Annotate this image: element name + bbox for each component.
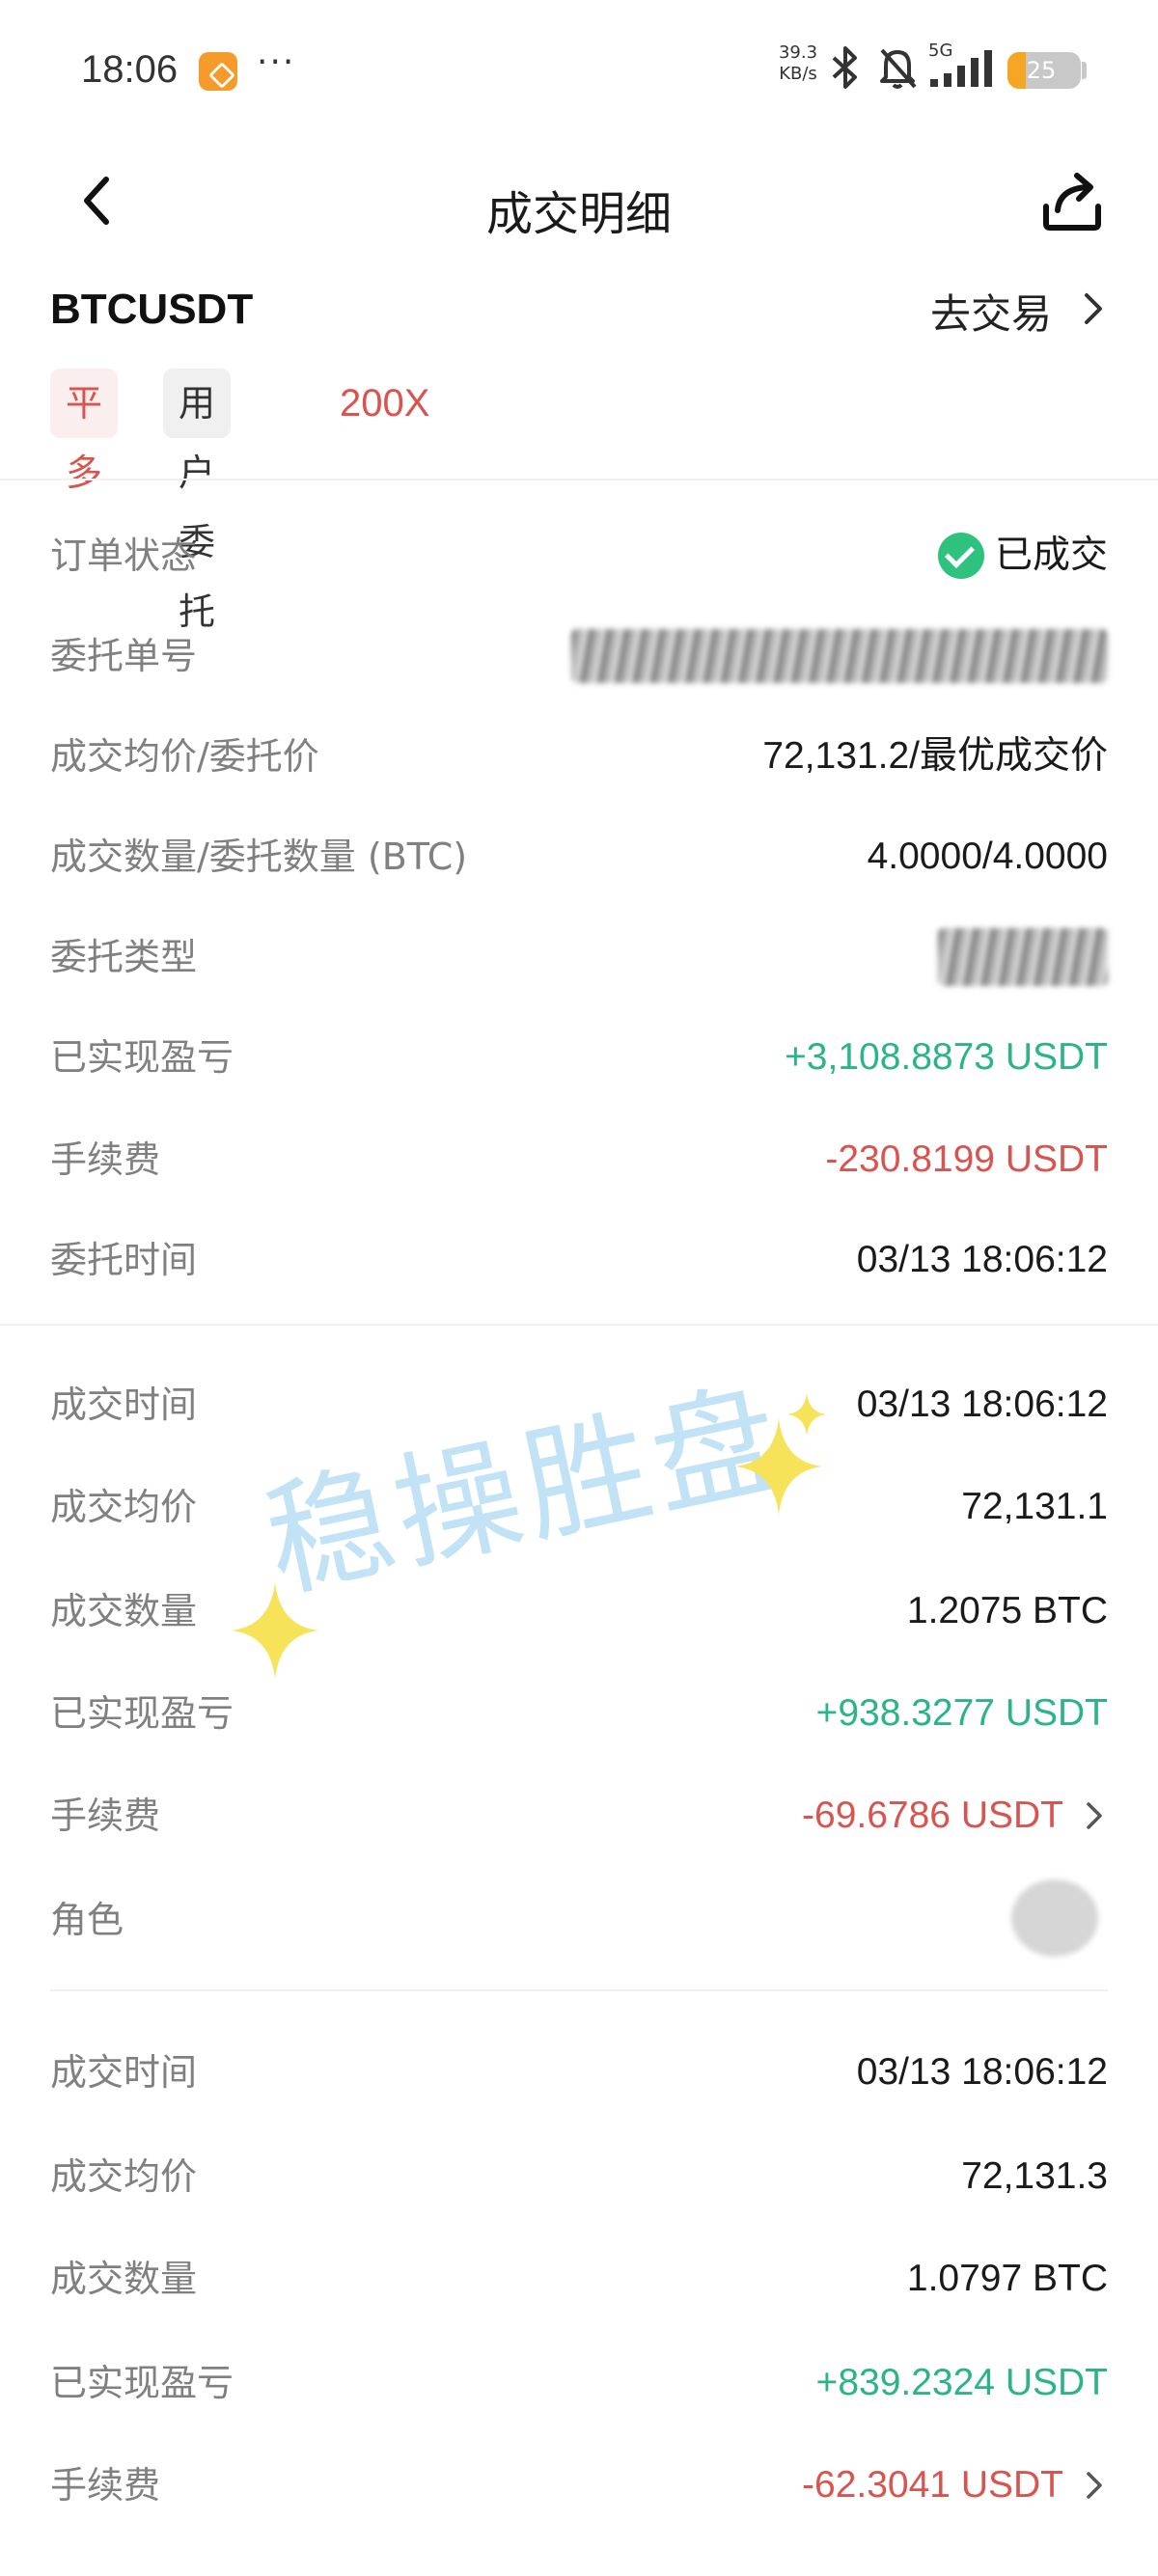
share-icon[interactable] bbox=[1038, 168, 1106, 235]
fill-qty-value: 1.2075 BTC bbox=[906, 1590, 1108, 1631]
fill-time-value: 03/13 18:06:12 bbox=[856, 2051, 1108, 2093]
fill-fee-row[interactable]: 手续费 -62.3041 USDT bbox=[50, 2454, 1108, 2516]
app-notification-icon bbox=[199, 52, 237, 91]
realized-pnl-value: +3,108.8873 USDT bbox=[785, 1036, 1108, 1078]
sparkle-icon bbox=[232, 1582, 318, 1679]
bluetooth-icon bbox=[832, 46, 857, 89]
fill-pnl-label: 已实现盈亏 bbox=[50, 2362, 234, 2404]
fill-pnl-value: +938.3277 USDT bbox=[815, 1692, 1108, 1734]
redacted-order-type bbox=[938, 928, 1108, 986]
fill-qty-label: 成交数量 bbox=[50, 1590, 198, 1632]
fill-fee-row[interactable]: 手续费 -69.6786 USDT bbox=[50, 1785, 1108, 1847]
trading-pair: BTCUSDT bbox=[50, 286, 254, 333]
section-divider bbox=[0, 479, 1158, 480]
fill-qty-label: 成交数量 bbox=[50, 2258, 198, 2300]
check-circle-icon bbox=[938, 533, 984, 579]
fill-qty-value: 1.0797 BTC bbox=[906, 2258, 1108, 2299]
status-time: 18:06 bbox=[81, 48, 179, 91]
fee-row: 手续费 -230.8199 USDT bbox=[50, 1129, 1108, 1191]
chevron-right-icon[interactable] bbox=[1081, 1798, 1108, 1833]
status-bar: 18:06 ··· 39.3 KB/s 5G 25 bbox=[0, 0, 1158, 145]
fill-time-label: 成交时间 bbox=[50, 2051, 198, 2094]
signal-icon bbox=[930, 50, 992, 87]
fill-qty-row: 成交数量 1.2075 BTC bbox=[50, 1580, 1108, 1642]
battery-level: 25 bbox=[1026, 57, 1057, 84]
fee-value: -230.8199 USDT bbox=[825, 1138, 1108, 1180]
order-type-row: 委托类型 bbox=[50, 926, 1108, 988]
navigation-bar: 成交明细 bbox=[0, 154, 1158, 260]
leverage-tag: 200X bbox=[340, 382, 430, 425]
fill-time-value: 03/13 18:06:12 bbox=[856, 1384, 1108, 1425]
order-time-label: 委托时间 bbox=[50, 1239, 198, 1281]
order-type-label: 委托类型 bbox=[50, 936, 198, 978]
realized-pnl-row: 已实现盈亏 +3,108.8873 USDT bbox=[50, 1027, 1108, 1088]
chevron-right-icon[interactable] bbox=[1079, 289, 1108, 328]
fill-fee-label: 手续费 bbox=[50, 1795, 161, 1837]
sparkle-icon bbox=[787, 1392, 826, 1437]
fill-pnl-row: 已实现盈亏 +938.3277 USDT bbox=[50, 1683, 1108, 1744]
close-long-tag: 平多 bbox=[50, 369, 119, 494]
fill-fee-label: 手续费 bbox=[50, 2464, 161, 2507]
network-speed-value: 39.3 bbox=[778, 42, 818, 63]
order-id-row: 委托单号 bbox=[50, 625, 1108, 687]
order-time-value: 03/13 18:06:12 bbox=[856, 1239, 1108, 1280]
fill-pnl-label: 已实现盈亏 bbox=[50, 1692, 234, 1735]
fill-fee-value: -69.6786 USDT bbox=[802, 1795, 1063, 1836]
order-time-row: 委托时间 03/13 18:06:12 bbox=[50, 1229, 1108, 1291]
go-trade-link[interactable]: 去交易 bbox=[930, 282, 1052, 341]
filled-qty-value: 4.0000/4.0000 bbox=[867, 836, 1108, 877]
fill-role-row: 角色 bbox=[50, 1879, 1108, 1957]
battery-icon: 25 bbox=[1007, 52, 1081, 89]
network-speed-unit: KB/s bbox=[779, 64, 817, 84]
fill-role-label: 角色 bbox=[50, 1899, 124, 1941]
fill-qty-row: 成交数量 1.0797 BTC bbox=[50, 2248, 1108, 2310]
filled-qty-label: 成交数量/委托数量 (BTC) bbox=[50, 836, 468, 878]
network-speed: 39.3 KB/s bbox=[774, 42, 822, 85]
order-status-value: 已成交 bbox=[994, 534, 1108, 576]
fill-pnl-row: 已实现盈亏 +839.2324 USDT bbox=[50, 2352, 1108, 2414]
order-status-row: 订单状态 已成交 bbox=[50, 525, 1108, 587]
fill-time-row: 成交时间 03/13 18:06:12 bbox=[50, 2042, 1108, 2103]
filled-qty-row: 成交数量/委托数量 (BTC) 4.0000/4.0000 bbox=[50, 826, 1108, 888]
fill-price-label: 成交均价 bbox=[50, 2155, 198, 2198]
mute-bell-icon bbox=[880, 48, 917, 89]
section-divider bbox=[0, 1324, 1158, 1326]
avg-price-row: 成交均价/委托价 72,131.2/最优成交价 bbox=[50, 726, 1108, 787]
fill-price-row: 成交均价 72,131.3 bbox=[50, 2146, 1108, 2207]
fill-time-label: 成交时间 bbox=[50, 1384, 198, 1426]
redacted-role bbox=[1011, 1879, 1098, 1957]
battery-tip bbox=[1082, 62, 1087, 79]
more-notifications-icon: ··· bbox=[257, 42, 296, 82]
fill-divider bbox=[50, 1989, 1108, 1991]
realized-pnl-label: 已实现盈亏 bbox=[50, 1036, 234, 1079]
fee-label: 手续费 bbox=[50, 1138, 161, 1181]
fill-price-value: 72,131.3 bbox=[961, 2155, 1108, 2197]
fill-pnl-value: +839.2324 USDT bbox=[815, 2362, 1108, 2403]
fill-fee-value: -62.3041 USDT bbox=[802, 2464, 1063, 2506]
order-source-tag: 用户委托 bbox=[163, 369, 232, 633]
fill-price-label: 成交均价 bbox=[50, 1486, 198, 1528]
fill-price-value: 72,131.1 bbox=[961, 1486, 1108, 1527]
order-id-label: 委托单号 bbox=[50, 635, 198, 677]
chevron-right-icon[interactable] bbox=[1081, 2468, 1108, 2503]
avg-price-label: 成交均价/委托价 bbox=[50, 735, 319, 778]
page-title: 成交明细 bbox=[485, 187, 672, 241]
avg-price-value: 72,131.2/最优成交价 bbox=[762, 735, 1108, 777]
order-status-label: 订单状态 bbox=[50, 534, 198, 577]
redacted-order-id bbox=[571, 629, 1108, 683]
